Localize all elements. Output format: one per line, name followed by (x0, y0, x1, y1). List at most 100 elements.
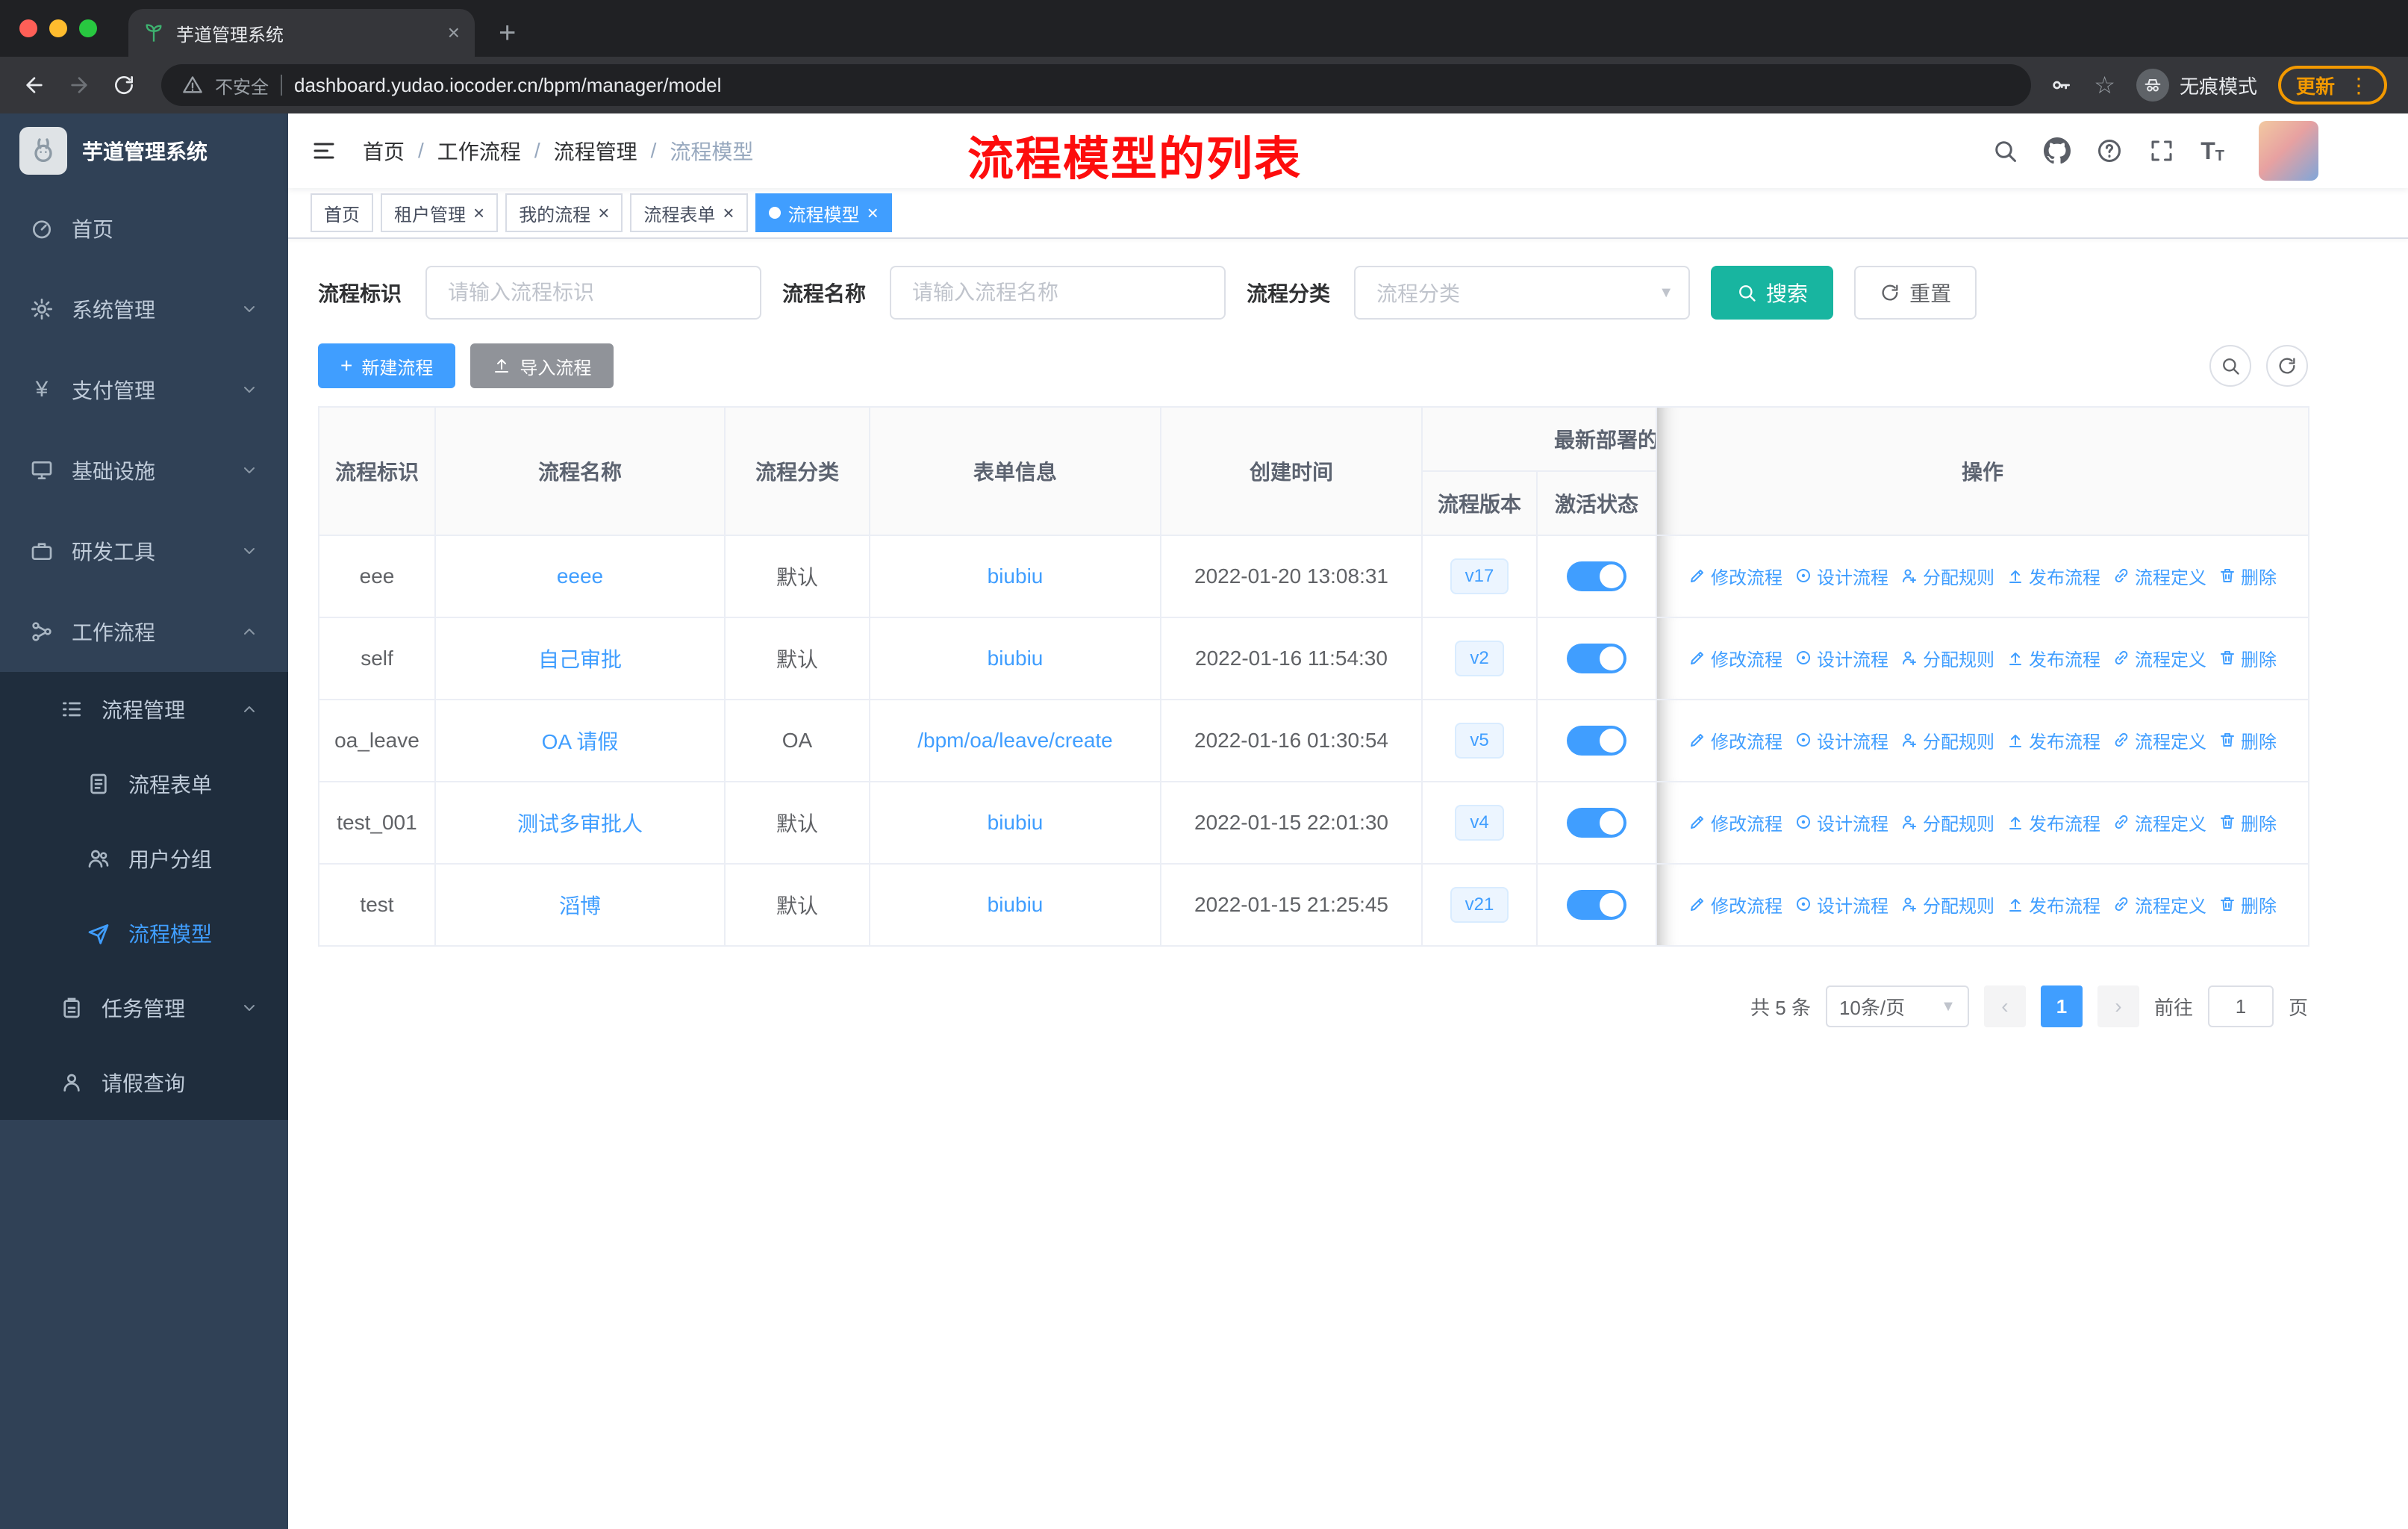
process-key-input[interactable] (425, 266, 762, 320)
process-definition-link[interactable]: 流程定义 (2112, 891, 2206, 918)
tag-close-icon[interactable]: × (723, 203, 734, 222)
github-button[interactable] (2044, 137, 2071, 164)
tag-close-icon[interactable]: × (473, 203, 484, 222)
browser-tab[interactable]: 芋道管理系统 × (128, 9, 475, 57)
breadcrumb-item[interactable]: 工作流程 (437, 136, 521, 166)
assign-rule-link[interactable]: 分配规则 (1900, 727, 1994, 753)
window-close-button[interactable] (19, 19, 37, 37)
process-category-select[interactable]: 流程分类 ▼ (1354, 266, 1691, 320)
active-toggle[interactable] (1567, 808, 1626, 838)
url-bar[interactable]: 不安全 dashboard.yudao.iocoder.cn/bpm/manag… (161, 64, 2032, 106)
sidebar-toggle-button[interactable] (311, 137, 337, 164)
reload-button[interactable] (105, 73, 143, 97)
delete-link[interactable]: 删除 (2218, 727, 2277, 753)
publish-process-link[interactable]: 发布流程 (2006, 891, 2100, 918)
assign-rule-link[interactable]: 分配规则 (1900, 645, 1994, 671)
tab-close-icon[interactable]: × (448, 21, 460, 45)
sidebar-item-process-model[interactable]: 流程模型 (0, 896, 288, 971)
assign-rule-link[interactable]: 分配规则 (1900, 891, 1994, 918)
refresh-table-button[interactable] (2266, 345, 2308, 387)
key-icon[interactable] (2049, 73, 2073, 97)
tag-process-model[interactable]: 流程模型 × (755, 193, 892, 232)
process-name-link[interactable]: 自己审批 (538, 648, 622, 671)
create-process-button[interactable]: + 新建流程 (318, 343, 456, 388)
bookmark-star-icon[interactable]: ☆ (2094, 71, 2115, 99)
avatar[interactable] (2259, 121, 2318, 181)
publish-process-link[interactable]: 发布流程 (2006, 809, 2100, 835)
url-text[interactable]: dashboard.yudao.iocoder.cn/bpm/manager/m… (294, 74, 721, 97)
help-button[interactable] (2096, 137, 2123, 164)
publish-process-link[interactable]: 发布流程 (2006, 727, 2100, 753)
forward-button[interactable] (60, 73, 99, 97)
sidebar-item-home[interactable]: 首页 (0, 188, 288, 269)
tag-home[interactable]: 首页 (311, 193, 373, 232)
navbar-search-button[interactable] (1991, 137, 2018, 164)
fullscreen-button[interactable] (2148, 137, 2175, 164)
sidebar-item-user-group[interactable]: 用户分组 (0, 821, 288, 896)
browser-update-button[interactable]: 更新 ⋮ (2277, 66, 2387, 105)
form-info-link[interactable]: biubiu (988, 893, 1044, 916)
sidebar-item-leave-query[interactable]: 请假查询 (0, 1045, 288, 1120)
breadcrumb-item[interactable]: 流程管理 (554, 136, 637, 166)
sidebar-item-infrastructure[interactable]: 基础设施 (0, 430, 288, 511)
delete-link[interactable]: 删除 (2218, 809, 2277, 835)
design-process-link[interactable]: 设计流程 (1794, 645, 1888, 671)
process-definition-link[interactable]: 流程定义 (2112, 645, 2206, 671)
active-toggle[interactable] (1567, 890, 1626, 920)
delete-link[interactable]: 删除 (2218, 891, 2277, 918)
sidebar-item-process-form[interactable]: 流程表单 (0, 747, 288, 821)
design-process-link[interactable]: 设计流程 (1794, 809, 1888, 835)
sidebar-item-process-management[interactable]: 流程管理 (0, 672, 288, 747)
form-info-link[interactable]: /bpm/oa/leave/create (917, 729, 1113, 752)
font-size-button[interactable]: TT (2200, 137, 2224, 165)
window-minimize-button[interactable] (49, 19, 67, 37)
delete-link[interactable]: 删除 (2218, 645, 2277, 671)
window-zoom-button[interactable] (79, 19, 97, 37)
edit-process-link[interactable]: 修改流程 (1688, 809, 1782, 835)
import-process-button[interactable]: 导入流程 (470, 343, 614, 388)
process-definition-link[interactable]: 流程定义 (2112, 563, 2206, 589)
active-toggle[interactable] (1567, 726, 1626, 756)
page-size-select[interactable]: 10条/页 ▼ (1825, 985, 1969, 1027)
process-name-link[interactable]: OA 请假 (542, 730, 619, 753)
process-definition-link[interactable]: 流程定义 (2112, 727, 2206, 753)
next-page-button[interactable]: › (2097, 985, 2139, 1027)
process-name-link[interactable]: eeee (557, 564, 603, 588)
tag-my-process[interactable]: 我的流程 × (505, 193, 623, 232)
publish-process-link[interactable]: 发布流程 (2006, 563, 2100, 589)
tag-tenant-management[interactable]: 租户管理 × (381, 193, 499, 232)
delete-link[interactable]: 删除 (2218, 563, 2277, 589)
security-label[interactable]: 不安全 (215, 72, 269, 99)
assign-rule-link[interactable]: 分配规则 (1900, 563, 1994, 589)
sidebar-logo[interactable]: 芋道管理系统 (0, 113, 288, 188)
active-toggle[interactable] (1567, 644, 1626, 673)
goto-page-input[interactable] (2207, 985, 2274, 1027)
edit-process-link[interactable]: 修改流程 (1688, 727, 1782, 753)
process-name-input[interactable] (890, 266, 1226, 320)
browser-menu-icon[interactable]: ⋮ (2348, 73, 2369, 98)
active-toggle[interactable] (1567, 561, 1626, 591)
search-button[interactable]: 搜索 (1711, 266, 1834, 320)
tag-close-icon[interactable]: × (598, 203, 609, 222)
process-name-link[interactable]: 测试多审批人 (517, 812, 643, 835)
sidebar-item-task-management[interactable]: 任务管理 (0, 971, 288, 1045)
back-button[interactable] (15, 73, 54, 97)
process-name-link[interactable]: 滔博 (559, 894, 601, 918)
sidebar-item-system[interactable]: 系统管理 (0, 269, 288, 349)
tag-close-icon[interactable]: × (867, 203, 879, 222)
edit-process-link[interactable]: 修改流程 (1688, 645, 1782, 671)
process-definition-link[interactable]: 流程定义 (2112, 809, 2206, 835)
current-page[interactable]: 1 (2040, 985, 2083, 1027)
form-info-link[interactable]: biubiu (988, 647, 1044, 670)
breadcrumb-item[interactable]: 首页 (363, 136, 405, 166)
new-tab-button[interactable]: + (499, 18, 516, 48)
design-process-link[interactable]: 设计流程 (1794, 891, 1888, 918)
form-info-link[interactable]: biubiu (988, 564, 1044, 588)
sidebar-item-devtools[interactable]: 研发工具 (0, 511, 288, 591)
form-info-link[interactable]: biubiu (988, 811, 1044, 834)
publish-process-link[interactable]: 发布流程 (2006, 645, 2100, 671)
edit-process-link[interactable]: 修改流程 (1688, 891, 1782, 918)
toggle-search-button[interactable] (2209, 345, 2251, 387)
sidebar-item-payment[interactable]: ¥ 支付管理 (0, 349, 288, 430)
sidebar-item-workflow[interactable]: 工作流程 (0, 591, 288, 672)
